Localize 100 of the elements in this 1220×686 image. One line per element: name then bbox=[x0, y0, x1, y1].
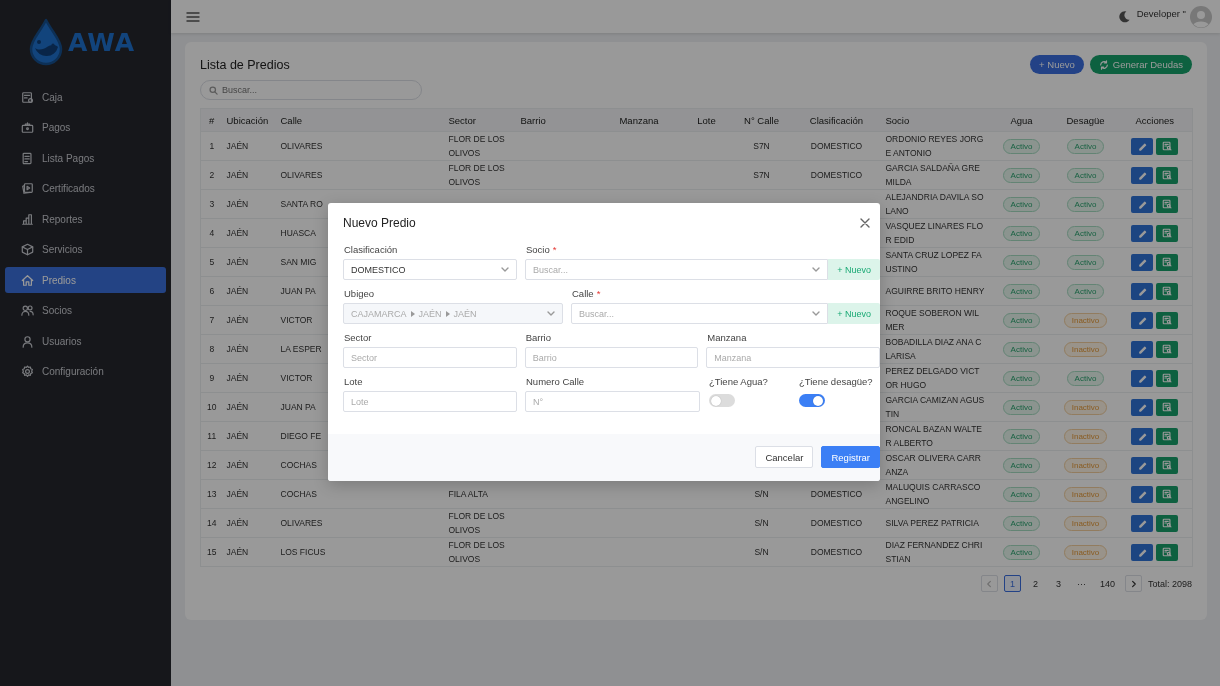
text-field[interactable]: Manzana bbox=[706, 347, 880, 368]
table-cell: 3 bbox=[209, 199, 215, 209]
view-button[interactable] bbox=[1156, 514, 1179, 532]
edit-button[interactable] bbox=[1131, 282, 1154, 300]
table-cell: BOBADILLA DIAZ ANA CLARISA bbox=[885, 337, 982, 361]
column-header: Ubicación bbox=[222, 108, 277, 132]
edit-button[interactable] bbox=[1131, 543, 1154, 561]
view-button[interactable] bbox=[1156, 456, 1179, 474]
status-badge: Activo bbox=[1002, 515, 1041, 531]
table-cell: GARCIA SALDAÑA GREMILDA bbox=[885, 163, 980, 187]
view-button[interactable] bbox=[1156, 195, 1179, 213]
select-input[interactable]: Buscar... bbox=[579, 305, 809, 322]
search-select[interactable]: Buscar... bbox=[525, 259, 829, 280]
table-cell: S/N bbox=[754, 489, 769, 499]
sidebar-item[interactable]: Reportes bbox=[5, 206, 166, 232]
table-cell: FILA ALTA bbox=[448, 489, 488, 499]
edit-button[interactable] bbox=[1131, 224, 1154, 242]
toggle-switch[interactable] bbox=[709, 394, 735, 407]
pencil-icon bbox=[1137, 199, 1147, 209]
view-button[interactable] bbox=[1156, 543, 1179, 561]
generate-button[interactable]: Generar Deudas bbox=[1089, 55, 1192, 74]
register-button[interactable]: Registrar bbox=[821, 446, 880, 468]
sidebar-item[interactable]: Servicios bbox=[5, 236, 166, 263]
view-button[interactable] bbox=[1156, 340, 1179, 358]
edit-button[interactable] bbox=[1131, 137, 1154, 155]
status-badge: Activo bbox=[1002, 370, 1041, 386]
edit-button[interactable] bbox=[1131, 166, 1154, 184]
page-button[interactable]: 1 bbox=[1003, 575, 1021, 592]
text-field[interactable]: Barrio bbox=[524, 347, 699, 368]
select-input[interactable]: Buscar... bbox=[533, 261, 809, 278]
field-label: Clasificación bbox=[344, 244, 398, 255]
view-button[interactable] bbox=[1156, 485, 1179, 503]
total-count: Total: 2098 bbox=[1147, 578, 1192, 589]
cancel-button[interactable]: Cancelar bbox=[755, 446, 814, 468]
edit-button[interactable] bbox=[1131, 311, 1154, 329]
sidebar-item[interactable]: Predios bbox=[5, 267, 166, 293]
select-input[interactable]: DOMESTICO bbox=[351, 261, 497, 278]
view-button[interactable] bbox=[1156, 253, 1179, 271]
table-cell: JAÉN bbox=[226, 257, 249, 267]
view-button[interactable] bbox=[1156, 282, 1179, 300]
house-icon bbox=[21, 273, 34, 287]
view-button[interactable] bbox=[1156, 311, 1179, 329]
document-search-icon bbox=[1162, 170, 1173, 180]
sidebar-item[interactable]: Certificados bbox=[5, 175, 166, 202]
edit-button[interactable] bbox=[1131, 514, 1154, 532]
edit-button[interactable] bbox=[1131, 253, 1154, 271]
view-button[interactable] bbox=[1156, 137, 1179, 155]
text-field[interactable]: Lote bbox=[343, 391, 517, 412]
edit-button[interactable] bbox=[1131, 398, 1154, 416]
chevron-down-icon bbox=[812, 267, 821, 272]
column-header: Acciones bbox=[1117, 108, 1193, 132]
next-page-button[interactable] bbox=[1124, 575, 1142, 592]
bar-chart-icon bbox=[21, 212, 34, 226]
new-button[interactable]: + Nuevo bbox=[1030, 55, 1084, 74]
table-cell: JAÉN bbox=[226, 489, 249, 499]
sidebar-item[interactable]: Usuarios bbox=[5, 328, 166, 354]
document-search-icon bbox=[1162, 344, 1173, 354]
table-cell: JUAN PA bbox=[280, 402, 316, 412]
required-mark: * bbox=[596, 288, 601, 299]
toggle-switch[interactable] bbox=[799, 394, 825, 407]
table-cell: 15 bbox=[207, 547, 217, 557]
add-button[interactable]: + Nuevo bbox=[828, 303, 880, 324]
field-label: Barrio bbox=[525, 332, 551, 343]
sidebar-item[interactable]: Configuración bbox=[5, 358, 166, 385]
sidebar-item[interactable]: Socios bbox=[5, 297, 166, 324]
pencil-icon bbox=[1137, 170, 1147, 180]
field-label: Ubigeo bbox=[344, 288, 375, 299]
edit-button[interactable] bbox=[1131, 485, 1154, 503]
table-cell: COCHAS bbox=[280, 460, 317, 470]
search-input[interactable]: Buscar... bbox=[222, 85, 413, 95]
close-button[interactable] bbox=[860, 218, 870, 228]
edit-button[interactable] bbox=[1131, 427, 1154, 445]
select-field[interactable]: DOMESTICO bbox=[343, 259, 517, 280]
add-button[interactable]: + Nuevo bbox=[828, 259, 880, 280]
edit-button[interactable] bbox=[1131, 195, 1154, 213]
view-button[interactable] bbox=[1156, 427, 1179, 445]
sidebar-item[interactable]: Pagos bbox=[5, 114, 166, 141]
sidebar-item[interactable]: Lista Pagos bbox=[5, 145, 166, 171]
text-field[interactable]: Sector bbox=[343, 347, 517, 368]
edit-button[interactable] bbox=[1131, 456, 1154, 474]
document-search-icon bbox=[1162, 315, 1173, 325]
table-cell: JAÉN bbox=[226, 460, 249, 470]
view-button[interactable] bbox=[1156, 369, 1179, 387]
pencil-icon bbox=[1137, 141, 1147, 151]
sidebar-item[interactable]: Caja bbox=[5, 84, 166, 110]
status-badge: Activo bbox=[1066, 196, 1105, 212]
table-cell: JAÉN bbox=[226, 402, 249, 412]
pencil-icon bbox=[1137, 228, 1147, 238]
close-icon bbox=[860, 218, 870, 228]
edit-button[interactable] bbox=[1131, 340, 1154, 358]
view-button[interactable] bbox=[1156, 166, 1179, 184]
search-select[interactable]: Buscar... bbox=[571, 303, 829, 324]
pencil-icon bbox=[1137, 489, 1147, 499]
edit-button[interactable] bbox=[1131, 369, 1154, 387]
table-cell: JAÉN bbox=[226, 344, 249, 354]
status-badge: Activo bbox=[1002, 167, 1041, 183]
view-button[interactable] bbox=[1156, 398, 1179, 416]
text-field[interactable]: N° bbox=[525, 391, 700, 412]
view-button[interactable] bbox=[1156, 224, 1179, 242]
user-icon bbox=[21, 334, 34, 348]
